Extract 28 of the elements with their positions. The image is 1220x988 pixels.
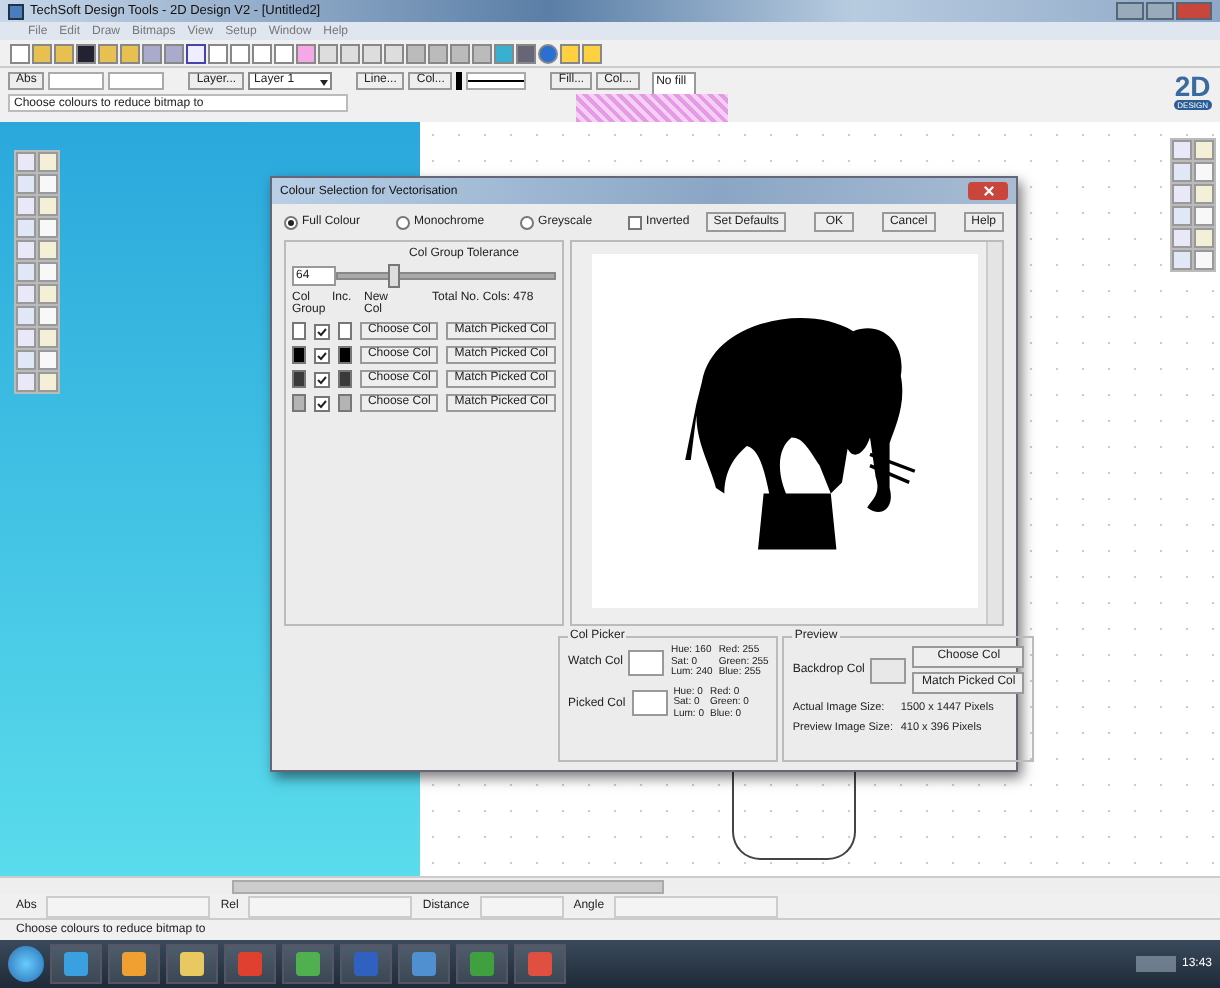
line-colour-swatch <box>456 72 463 90</box>
minimize-icon[interactable] <box>1116 2 1144 20</box>
include-checkbox[interactable] <box>313 395 330 411</box>
colour-well <box>631 690 668 717</box>
app-icon <box>8 3 24 19</box>
input-field[interactable] <box>108 72 165 90</box>
taskbar-app-icon[interactable] <box>50 944 102 984</box>
taskbar-app-icon[interactable] <box>514 944 566 984</box>
taskbar-app-icon[interactable] <box>108 944 160 984</box>
include-checkbox[interactable] <box>313 323 330 339</box>
scrollbar[interactable] <box>986 242 1002 624</box>
taskbar-app-icon[interactable] <box>282 944 334 984</box>
colour-well <box>628 649 665 676</box>
taskbar-app-icon[interactable] <box>166 944 218 984</box>
horizontal-scrollbar[interactable] <box>0 876 1220 894</box>
system-tray-icon[interactable] <box>1135 956 1176 972</box>
input-field <box>479 895 564 917</box>
close-icon[interactable] <box>968 182 1008 200</box>
line-style-sample <box>466 72 527 90</box>
start-button[interactable] <box>8 946 44 982</box>
input-field[interactable] <box>48 72 105 90</box>
include-checkbox[interactable] <box>313 347 330 363</box>
include-checkbox[interactable] <box>313 371 330 387</box>
dropdown-arrow-icon[interactable] <box>318 75 331 87</box>
colour-well <box>870 657 907 683</box>
taskbar-app-icon[interactable] <box>456 944 508 984</box>
taskbar-app-icon[interactable] <box>398 944 450 984</box>
maximize-icon[interactable] <box>1146 2 1174 20</box>
